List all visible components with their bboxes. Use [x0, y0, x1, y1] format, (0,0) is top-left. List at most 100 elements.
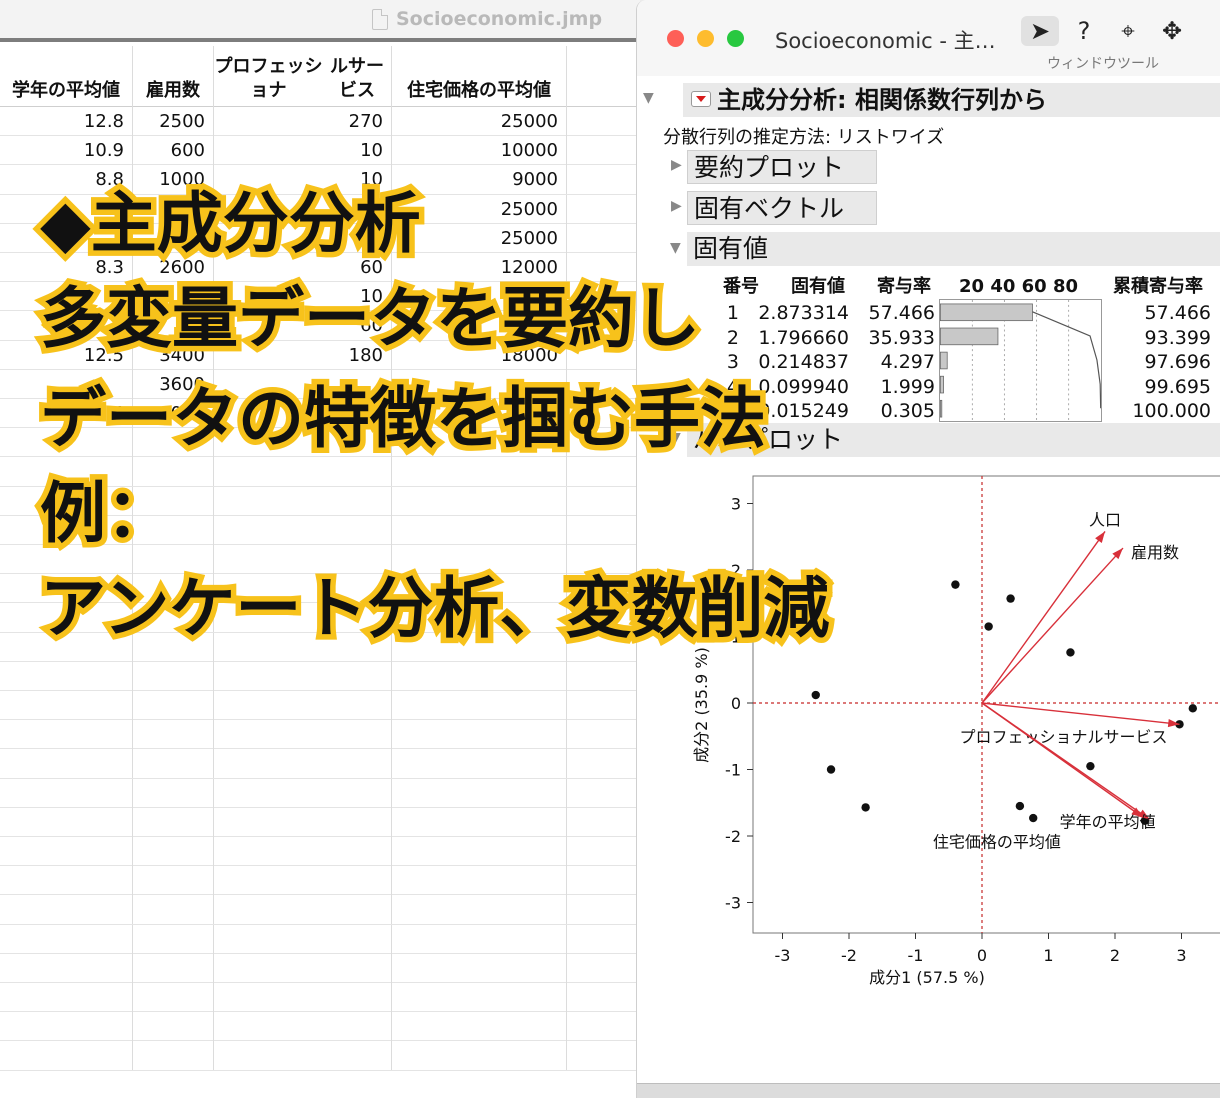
table-cell[interactable] [392, 924, 567, 954]
table-cell[interactable] [0, 983, 133, 1012]
table-cell[interactable]: 25000 [392, 107, 567, 136]
table-cell[interactable] [133, 778, 214, 808]
table-row[interactable] [0, 866, 640, 896]
table-cell[interactable] [133, 1041, 214, 1071]
table-cell[interactable]: 10 [214, 136, 392, 166]
table-cell[interactable]: 10.9 [0, 136, 133, 166]
table-cell[interactable]: 12.5 [0, 340, 133, 370]
table-cell[interactable] [392, 632, 567, 662]
table-cell[interactable] [567, 749, 640, 779]
table-cell[interactable] [133, 1012, 214, 1042]
table-cell[interactable] [0, 282, 133, 312]
table-cell[interactable] [567, 720, 640, 750]
table-cell[interactable] [392, 515, 567, 545]
table-cell[interactable] [0, 515, 133, 545]
table-row[interactable] [0, 953, 640, 983]
table-cell[interactable] [392, 866, 567, 896]
table-cell[interactable] [567, 953, 640, 983]
table-cell[interactable] [567, 895, 640, 925]
table-cell[interactable]: 25000 [392, 194, 567, 224]
table-row[interactable] [0, 837, 640, 867]
table-row[interactable] [0, 632, 640, 662]
table-cell[interactable] [214, 428, 392, 458]
table-cell[interactable] [0, 720, 133, 750]
table-cell[interactable] [133, 866, 214, 896]
table-cell[interactable] [567, 632, 640, 662]
table-cell[interactable] [214, 632, 392, 662]
table-cell[interactable] [0, 895, 133, 925]
table-cell[interactable] [0, 866, 133, 896]
table-row[interactable] [0, 778, 640, 808]
table-cell[interactable] [214, 574, 392, 604]
table-cell[interactable] [214, 545, 392, 574]
table-cell[interactable]: 10 [214, 282, 392, 312]
table-cell[interactable] [0, 1012, 133, 1042]
table-cell[interactable] [392, 807, 567, 837]
table-cell[interactable] [392, 457, 567, 487]
table-cell[interactable] [392, 545, 567, 574]
table-row[interactable] [0, 486, 640, 516]
table-row[interactable]: 3600 [0, 369, 640, 399]
table-cell[interactable] [392, 486, 567, 516]
table-cell[interactable] [133, 574, 214, 604]
table-cell[interactable]: 11.4 [0, 399, 133, 428]
table-cell[interactable] [0, 603, 133, 633]
table-cell[interactable] [392, 749, 567, 779]
table-cell[interactable] [392, 574, 567, 604]
table-row[interactable]: 8.3 2600 60 12000 [0, 253, 640, 283]
table-cell[interactable] [133, 311, 214, 341]
table-cell[interactable] [214, 1012, 392, 1042]
table-cell[interactable] [214, 457, 392, 487]
table-row[interactable] [0, 457, 640, 487]
table-cell[interactable] [392, 983, 567, 1012]
column-header[interactable]: 雇用数 [133, 46, 214, 107]
table-row[interactable] [0, 1012, 640, 1042]
table-cell[interactable] [567, 924, 640, 954]
table-cell[interactable] [567, 136, 640, 166]
table-cell[interactable] [567, 837, 640, 866]
table-cell[interactable]: 18000 [392, 340, 567, 370]
table-cell[interactable] [392, 428, 567, 458]
table-row[interactable] [0, 924, 640, 954]
table-cell[interactable]: 12.8 [0, 107, 133, 136]
table-cell[interactable] [392, 399, 567, 428]
table-row[interactable] [0, 428, 640, 458]
table-cell[interactable] [133, 428, 214, 458]
table-row[interactable] [0, 545, 640, 575]
table-cell[interactable] [567, 661, 640, 691]
table-cell[interactable] [567, 165, 640, 195]
table-cell[interactable] [133, 457, 214, 487]
table-cell[interactable] [0, 545, 133, 574]
table-cell[interactable] [567, 866, 640, 896]
table-cell[interactable] [214, 223, 392, 253]
table-cell[interactable] [567, 340, 640, 370]
table-cell[interactable]: 12000 [392, 253, 567, 282]
table-cell[interactable] [567, 486, 640, 516]
table-cell[interactable]: 2600 [133, 253, 214, 282]
table-cell[interactable] [392, 282, 567, 312]
table-cell[interactable] [214, 983, 392, 1012]
table-cell[interactable] [214, 807, 392, 837]
table-cell[interactable] [133, 691, 214, 720]
horizontal-scrollbar[interactable] [637, 1083, 1220, 1098]
table-cell[interactable] [567, 369, 640, 399]
table-cell[interactable] [133, 837, 214, 866]
table-cell[interactable]: 8.8 [0, 165, 133, 195]
table-cell[interactable] [214, 778, 392, 808]
table-cell[interactable] [567, 282, 640, 312]
column-header[interactable]: プロフェッショナ ルサービス [214, 46, 392, 107]
table-cell[interactable] [214, 691, 392, 720]
table-cell[interactable] [133, 807, 214, 837]
table-cell[interactable] [392, 837, 567, 866]
table-cell[interactable] [133, 545, 214, 574]
table-row[interactable] [0, 574, 640, 604]
table-cell[interactable] [0, 837, 133, 866]
table-row[interactable] [0, 895, 640, 925]
table-cell[interactable] [214, 895, 392, 925]
table-cell[interactable] [133, 632, 214, 662]
table-cell[interactable] [392, 691, 567, 720]
table-cell[interactable]: 9000 [392, 165, 567, 195]
table-cell[interactable] [0, 632, 133, 662]
table-cell[interactable] [0, 369, 133, 399]
table-cell[interactable] [392, 720, 567, 750]
